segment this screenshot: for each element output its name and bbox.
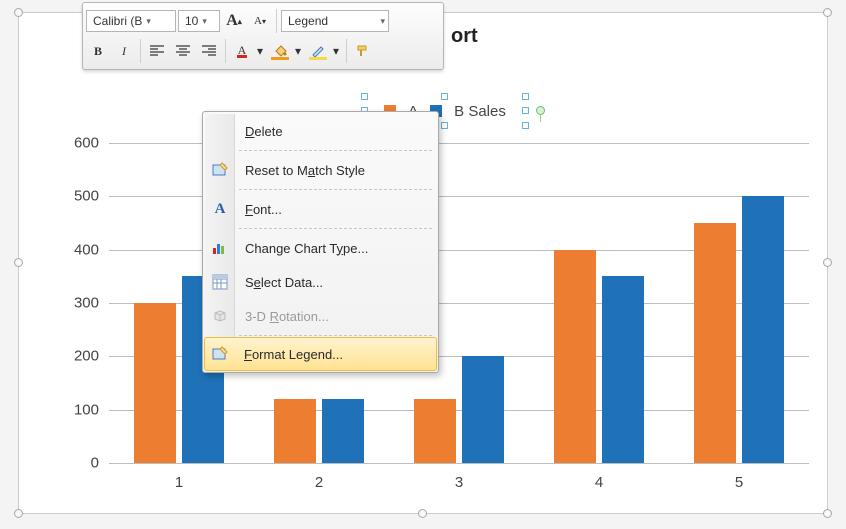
separator: [140, 39, 141, 63]
gridline: [109, 463, 809, 464]
bar-series-0[interactable]: [274, 399, 316, 463]
align-center-icon: [176, 45, 190, 57]
legend-context-menu: Delete Reset to Match Style A Font... Change…: [202, 111, 439, 373]
legend-handle[interactable]: [441, 122, 448, 129]
select-data-icon: [211, 273, 229, 291]
align-left-button[interactable]: [145, 39, 169, 63]
mini-format-toolbar: Calibri (B ▾ 10 ▾ A▴ A▾ Legend ▾ B I: [82, 2, 444, 70]
shrink-font-button[interactable]: A▾: [248, 9, 272, 33]
menu-item-label: 3-D Rotation...: [245, 309, 329, 324]
x-tick-label: 2: [249, 474, 389, 491]
menu-item-label: Delete: [245, 124, 283, 139]
format-legend-icon: [211, 345, 229, 363]
menu-separator: [239, 150, 432, 151]
chart-handle[interactable]: [14, 509, 23, 518]
separator: [225, 39, 226, 63]
bar-series-1[interactable]: [462, 356, 504, 463]
menu-item-select-data[interactable]: Select Data...: [205, 265, 436, 299]
bar-series-0[interactable]: [134, 303, 176, 463]
y-tick-label: 400: [59, 241, 99, 258]
menu-separator: [239, 189, 432, 190]
align-center-button[interactable]: [171, 39, 195, 63]
menu-item-label: Format Legend...: [244, 347, 343, 362]
font-name-value: Calibri (B: [93, 14, 142, 28]
chevron-down-icon: ▾: [202, 16, 207, 27]
y-tick-label: 200: [59, 348, 99, 365]
y-tick-label: 600: [59, 135, 99, 152]
chart-handle[interactable]: [823, 509, 832, 518]
chevron-down-icon: ▾: [146, 16, 151, 27]
chevron-down-icon[interactable]: ▾: [292, 39, 304, 63]
bar-series-1[interactable]: [322, 399, 364, 463]
bar-series-1[interactable]: [742, 196, 784, 463]
y-tick-label: 500: [59, 188, 99, 205]
font-size-value: 10: [185, 14, 198, 28]
bar-series-0[interactable]: [414, 399, 456, 463]
menu-item-delete[interactable]: Delete: [205, 114, 436, 148]
legend-handle[interactable]: [522, 122, 529, 129]
menu-item-change-chart-type[interactable]: Change Chart Type...: [205, 231, 436, 265]
chart-handle[interactable]: [823, 8, 832, 17]
legend-label-b: B Sales: [454, 103, 506, 120]
chart-handle[interactable]: [14, 258, 23, 267]
bold-button[interactable]: B: [86, 39, 110, 63]
font-name-combo[interactable]: Calibri (B ▾: [86, 10, 176, 32]
separator: [276, 9, 277, 33]
y-tick-label: 100: [59, 401, 99, 418]
x-tick-label: 5: [669, 474, 809, 491]
align-left-icon: [150, 45, 164, 57]
menu-item-label: Change Chart Type...: [245, 241, 368, 256]
menu-item-3d-rotation: 3-D Rotation...: [205, 299, 436, 333]
font-color-button[interactable]: A ▾: [230, 39, 266, 63]
change-chart-type-icon: [211, 239, 229, 257]
italic-button[interactable]: I: [112, 39, 136, 63]
legend-handle[interactable]: [522, 93, 529, 100]
chevron-down-icon[interactable]: ▾: [330, 39, 342, 63]
chart-title[interactable]: ort: [451, 25, 478, 48]
bar-series-0[interactable]: [694, 223, 736, 463]
align-right-button[interactable]: [197, 39, 221, 63]
bar-series-0[interactable]: [554, 250, 596, 463]
font-icon: A: [211, 200, 229, 218]
chevron-down-icon: ▾: [380, 16, 385, 27]
align-right-icon: [202, 45, 216, 57]
chart-handle[interactable]: [823, 258, 832, 267]
shape-outline-button[interactable]: ▾: [306, 39, 342, 63]
chart-handle[interactable]: [14, 8, 23, 17]
separator: [346, 39, 347, 63]
delete-icon: [211, 122, 229, 140]
legend-handle[interactable]: [522, 107, 529, 114]
menu-item-label: Select Data...: [245, 275, 323, 290]
chart-handle[interactable]: [418, 509, 427, 518]
pencil-outline-icon: [311, 45, 325, 57]
3d-rotation-icon: [211, 307, 229, 325]
y-tick-label: 0: [59, 455, 99, 472]
chart-element-combo[interactable]: Legend ▾: [281, 10, 389, 32]
chevron-down-icon[interactable]: ▾: [254, 39, 266, 63]
menu-item-reset-to-match[interactable]: Reset to Match Style: [205, 153, 436, 187]
y-tick-label: 300: [59, 295, 99, 312]
paint-bucket-icon: [273, 45, 287, 57]
reset-to-match-icon: [211, 161, 229, 179]
legend-handle[interactable]: [361, 93, 368, 100]
menu-item-font[interactable]: A Font...: [205, 192, 436, 226]
x-tick-label: 1: [109, 474, 249, 491]
font-color-icon: A: [237, 45, 248, 58]
chart-element-value: Legend: [288, 14, 328, 28]
x-tick-label: 4: [529, 474, 669, 491]
font-size-combo[interactable]: 10 ▾: [178, 10, 220, 32]
shape-fill-button[interactable]: ▾: [268, 39, 304, 63]
menu-separator: [239, 228, 432, 229]
legend-handle[interactable]: [441, 93, 448, 100]
legend-rotate-handle[interactable]: [536, 106, 545, 115]
menu-separator: [239, 335, 432, 336]
menu-item-label: Reset to Match Style: [245, 163, 365, 178]
bar-series-1[interactable]: [602, 276, 644, 463]
grow-font-button[interactable]: A▴: [222, 9, 246, 33]
x-tick-label: 3: [389, 474, 529, 491]
paintbrush-icon: [355, 44, 371, 58]
menu-item-format-legend[interactable]: Format Legend...: [204, 337, 437, 371]
format-painter-button[interactable]: [351, 39, 375, 63]
menu-item-label: Font...: [245, 202, 282, 217]
